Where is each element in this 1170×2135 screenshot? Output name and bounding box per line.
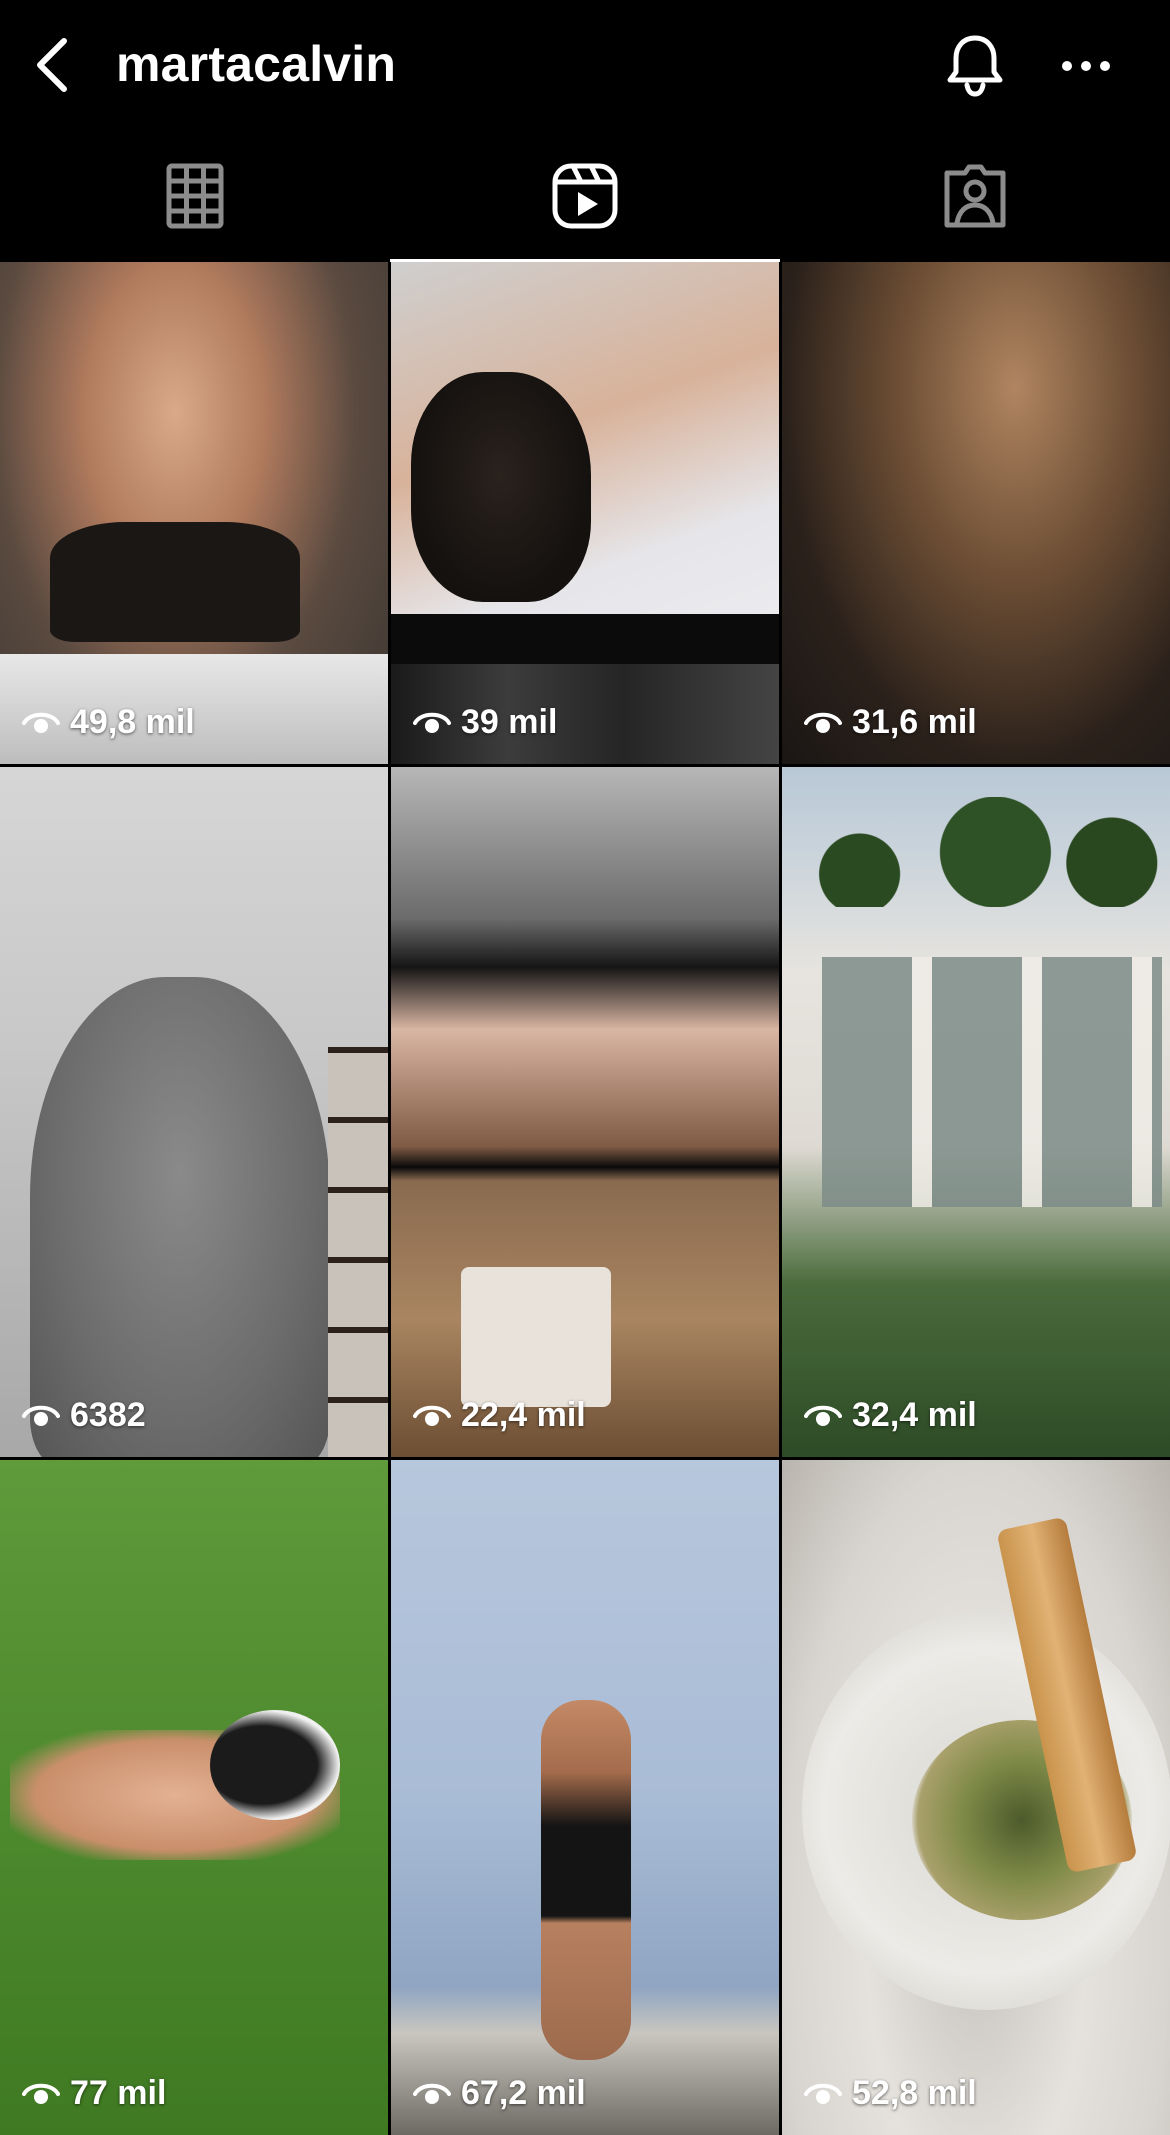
view-count: 32,4 mil	[804, 1396, 977, 1435]
view-count: 6382	[22, 1396, 146, 1435]
chevron-left-icon	[37, 38, 67, 92]
view-count: 31,6 mil	[804, 703, 977, 742]
reel-tile[interactable]: 77 mil	[0, 1460, 388, 2135]
profile-tabs	[0, 130, 1170, 262]
tab-tagged[interactable]	[780, 130, 1170, 262]
view-count: 52,8 mil	[804, 2074, 977, 2113]
eye-play-icon	[413, 712, 451, 733]
reel-tile[interactable]: 52,8 mil	[782, 1460, 1170, 2135]
eye-play-icon	[804, 2083, 842, 2104]
reel-tile[interactable]: 39 mil	[391, 262, 779, 764]
bell-icon	[947, 35, 1003, 97]
more-horizontal-icon	[1062, 61, 1110, 71]
profile-header: martacalvin	[0, 0, 1170, 130]
notifications-button[interactable]	[940, 28, 1010, 102]
view-count: 22,4 mil	[413, 1396, 586, 1435]
view-count: 67,2 mil	[413, 2074, 586, 2113]
tab-reels[interactable]	[390, 130, 780, 262]
tab-grid[interactable]	[0, 130, 390, 262]
back-button[interactable]	[22, 30, 82, 100]
reel-tile[interactable]: 22,4 mil	[391, 767, 779, 1457]
eye-play-icon	[413, 1405, 451, 1426]
reel-tile[interactable]: 6382	[0, 767, 388, 1457]
eye-play-icon	[22, 1405, 60, 1426]
profile-username: martacalvin	[116, 36, 397, 92]
reels-grid: 49,8 mil 39 mil 31,6 mil 6382 22,4 mil 3…	[0, 262, 1170, 2135]
reels-icon	[552, 163, 618, 229]
view-count: 49,8 mil	[22, 703, 195, 742]
eye-play-icon	[22, 712, 60, 733]
eye-play-icon	[804, 712, 842, 733]
reel-tile[interactable]: 32,4 mil	[782, 767, 1170, 1457]
more-options-button[interactable]	[1050, 36, 1122, 96]
reel-tile[interactable]: 67,2 mil	[391, 1460, 779, 2135]
eye-play-icon	[804, 1405, 842, 1426]
reel-tile[interactable]: 49,8 mil	[0, 262, 388, 764]
reel-tile[interactable]: 31,6 mil	[782, 262, 1170, 764]
eye-play-icon	[413, 2083, 451, 2104]
view-count: 77 mil	[22, 2074, 166, 2113]
view-count: 39 mil	[413, 703, 557, 742]
eye-play-icon	[22, 2083, 60, 2104]
grid-icon	[166, 163, 224, 229]
tagged-icon	[944, 164, 1006, 228]
